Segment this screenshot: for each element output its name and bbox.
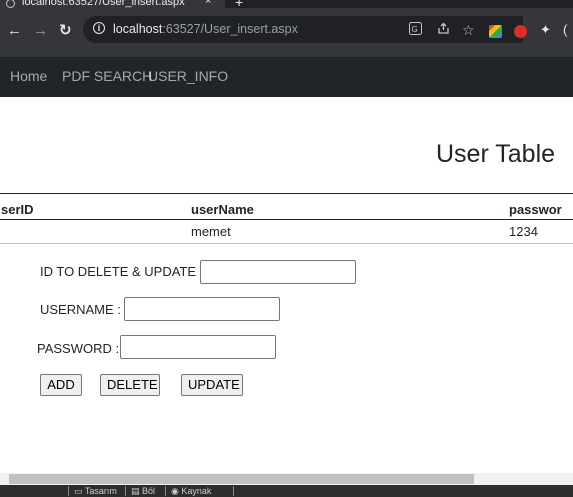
color-extension-icon[interactable] (489, 25, 502, 38)
id-label: ID TO DELETE & UPDATE : (40, 264, 204, 279)
designer-separator (125, 486, 126, 496)
source-icon: ◉ (171, 486, 182, 496)
username-input[interactable] (124, 297, 280, 321)
horizontal-scrollbar[interactable] (0, 473, 573, 485)
grid-header-password: passwor (509, 202, 562, 217)
designer-view-bar: ▭ Tasarım ▤ Böl ◉ Kaynak (0, 485, 573, 497)
site-navbar: Home PDF SEARCH USER_INFO (0, 57, 573, 97)
grid-header-border (0, 219, 573, 220)
horizontal-scrollbar-thumb[interactable] (9, 474, 474, 484)
source-view-tab[interactable]: ◉ Kaynak (171, 485, 211, 497)
split-icon: ▤ (131, 486, 143, 496)
tab-close-icon[interactable]: × (205, 0, 211, 7)
grid-cell-username: memet (191, 224, 231, 239)
nav-pdf-search[interactable]: PDF SEARCH (62, 67, 152, 85)
designer-separator (233, 486, 234, 496)
design-view-tab[interactable]: ▭ Tasarım (74, 485, 117, 497)
grid-header-userid: serID (1, 202, 34, 217)
forward-arrow-icon[interactable]: → (33, 22, 48, 40)
nav-user-info[interactable]: USER_INFO (148, 67, 228, 85)
browser-tab-strip: localhost:63527/User_insert.aspx × + (0, 0, 573, 8)
reload-icon[interactable]: ↻ (59, 22, 72, 40)
design-icon: ▭ (74, 486, 85, 496)
star-icon[interactable]: ☆ (462, 22, 475, 38)
password-label: PASSWORD : (37, 341, 120, 356)
ublock-extension-icon[interactable] (514, 25, 527, 38)
new-tab-icon[interactable]: + (235, 0, 243, 8)
back-arrow-icon[interactable]: ← (7, 22, 22, 40)
split-view-tab[interactable]: ▤ Böl (131, 485, 155, 497)
grid-cell-password: 1234 (509, 224, 538, 239)
designer-separator (68, 486, 69, 496)
id-input[interactable] (200, 260, 356, 284)
puzzle-icon[interactable]: ✦ (540, 22, 551, 38)
add-button[interactable]: ADD (40, 374, 82, 396)
grid-top-border (0, 193, 573, 194)
browser-tab[interactable]: localhost:63527/User_insert.aspx × (0, 0, 225, 8)
delete-button[interactable]: DELETE (100, 374, 160, 396)
globe-icon (6, 0, 15, 8)
nav-home[interactable]: Home (10, 67, 47, 85)
grid-header-username: userName (191, 202, 254, 217)
address-url[interactable]: localhost:63527/User_insert.aspx (113, 22, 298, 37)
username-label: USERNAME : (40, 302, 121, 317)
update-button[interactable]: UPDATE (181, 374, 243, 396)
translate-icon[interactable]: G (409, 22, 422, 39)
tab-title: localhost:63527/User_insert.aspx (22, 0, 185, 8)
share-icon[interactable] (437, 22, 450, 39)
browser-toolbar: ← → ↻ i localhost:63527/User_insert.aspx… (0, 8, 573, 57)
page-title: User Table (436, 140, 556, 168)
profile-icon[interactable]: ( (563, 22, 567, 38)
grid-row-border (0, 243, 573, 244)
password-input[interactable] (120, 335, 276, 359)
svg-text:G: G (412, 25, 418, 34)
designer-separator (165, 486, 166, 496)
info-icon[interactable]: i (93, 22, 105, 34)
address-bar[interactable]: i localhost:63527/User_insert.aspx (83, 16, 523, 43)
